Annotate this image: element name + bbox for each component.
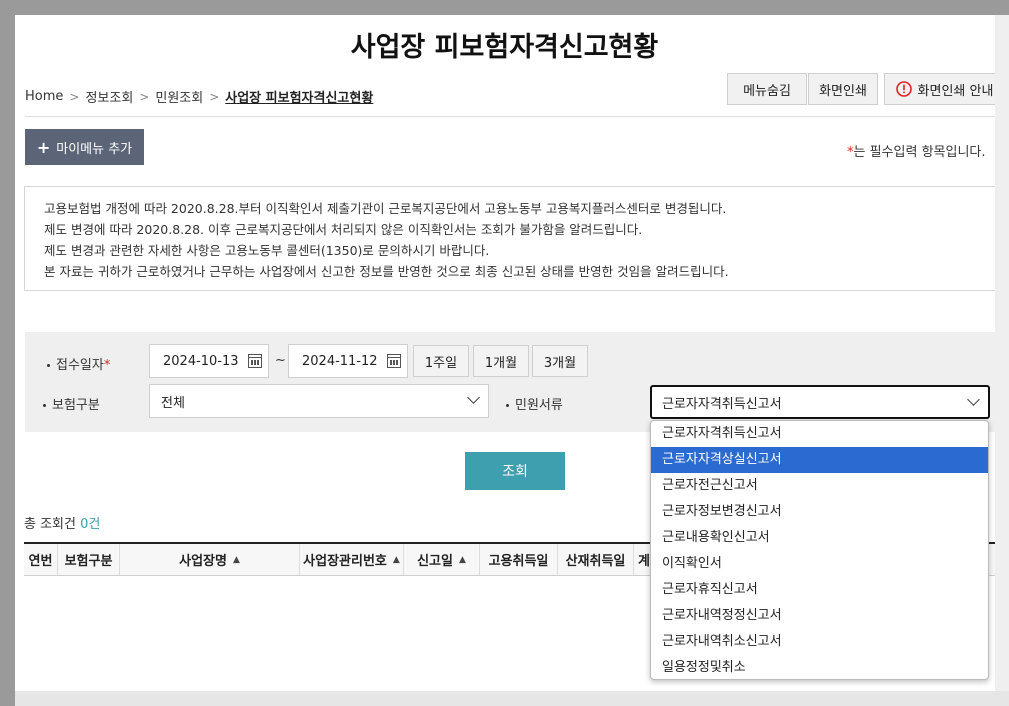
print-guide-label: 화면인쇄 안내 — [917, 83, 994, 99]
calendar-icon[interactable] — [248, 354, 262, 368]
sort-icon[interactable]: ▲ — [393, 555, 400, 565]
dropdown-option[interactable]: 근로자정보변경신고서 — [651, 499, 988, 525]
bullet-icon — [47, 364, 50, 367]
period-1week-button[interactable]: 1주일 — [413, 345, 469, 377]
sort-icon[interactable]: ▲ — [233, 555, 240, 565]
required-note-text: 는 필수입력 항목입니다. — [853, 145, 986, 160]
chevron-right-icon: > — [69, 89, 80, 104]
document-dropdown-list: 근로자자격취득신고서 근로자자격상실신고서 근로자전근신고서 근로자정보변경신고… — [650, 420, 989, 680]
dropdown-option[interactable]: 근로자내역취소신고서 — [651, 629, 988, 655]
add-my-menu-button[interactable]: + 마이메뉴 추가 — [25, 129, 144, 165]
hide-menu-button[interactable]: 메뉴숨김 — [727, 73, 807, 105]
chevron-right-icon: > — [139, 89, 150, 104]
add-my-menu-label: 마이메뉴 추가 — [56, 141, 133, 157]
period-1month-button[interactable]: 1개월 — [473, 345, 529, 377]
horizontal-scrollbar[interactable] — [15, 691, 1009, 706]
page-title: 사업장 피보험자격신고현황 — [350, 32, 659, 63]
date-from-input[interactable]: 2024-10-13 — [149, 344, 269, 378]
search-button[interactable]: 조회 — [465, 452, 565, 490]
search-panel: 접수일자* 2024-10-13 ~ 2024-11-12 1주일 1개월 3개… — [25, 332, 995, 432]
period-3month-button[interactable]: 3개월 — [532, 345, 588, 377]
notice-line: 고용보험법 개정에 따라 2020.8.28.부터 이직확인서 제출기관이 근로… — [44, 201, 727, 216]
date-from-value: 2024-10-13 — [163, 353, 239, 369]
document-value: 근로자자격취득신고서 — [662, 396, 782, 412]
divider — [25, 116, 995, 117]
date-to-input[interactable]: 2024-11-12 — [288, 344, 408, 378]
breadcrumb-current: 사업장 피보험자격신고현황 — [225, 91, 374, 106]
dropdown-option[interactable]: 근로자내역정정신고서 — [651, 603, 988, 629]
receipt-date-label: 접수일자* — [47, 354, 110, 373]
print-button[interactable]: 화면인쇄 — [808, 73, 878, 105]
dropdown-option[interactable]: 근로내용확인신고서 — [651, 525, 988, 551]
breadcrumb: Home > 정보조회 > 민원조회 > 사업장 피보험자격신고현황 — [25, 87, 373, 106]
breadcrumb-home[interactable]: Home — [25, 89, 63, 104]
vertical-scrollbar[interactable] — [995, 15, 1009, 691]
notice-box: 고용보험법 개정에 따라 2020.8.28.부터 이직확인서 제출기관이 근로… — [24, 186, 995, 291]
notice-line: 제도 변경과 관련한 자세한 사항은 고용노동부 콜센터(1350)로 문의하시… — [44, 243, 490, 258]
notice-line: 제도 변경에 따라 2020.8.28. 이후 근로복지공단에서 처리되지 않은… — [44, 222, 643, 237]
total-label: 총 조회건 — [24, 517, 76, 532]
col-serial: 연번 — [24, 544, 58, 575]
calendar-icon[interactable] — [387, 354, 401, 368]
document-label: 민원서류 — [506, 394, 563, 413]
document-select[interactable]: 근로자자격취득신고서 — [650, 385, 990, 419]
dropdown-option[interactable]: 일용정정및취소 — [651, 655, 988, 679]
bullet-icon — [506, 404, 509, 407]
insurance-type-label: 보험구분 — [43, 394, 100, 413]
col-workplace-number[interactable]: 사업장관리번호 ▲ — [300, 544, 404, 575]
col-accident-date[interactable]: 산재취득일 — [558, 544, 634, 575]
required-star: * — [103, 358, 111, 373]
breadcrumb-civil-lookup[interactable]: 민원조회 — [155, 87, 203, 106]
plus-icon: + — [36, 137, 51, 157]
sort-icon[interactable]: ▲ — [459, 555, 466, 565]
col-report-date[interactable]: 신고일 ▲ — [404, 544, 480, 575]
col-insurance-type[interactable]: 보험구분 — [58, 544, 120, 575]
total-count-value: 0건 — [80, 517, 101, 532]
breadcrumb-info-lookup[interactable]: 정보조회 — [85, 87, 133, 106]
notice-line: 본 자료는 귀하가 근로하였거나 근무하는 사업장에서 신고한 정보를 반영한 … — [44, 264, 729, 279]
required-note: *는 필수입력 항목입니다. — [847, 141, 986, 160]
dropdown-option[interactable]: 근로자전근신고서 — [651, 473, 988, 499]
insurance-type-select[interactable]: 전체 — [149, 384, 489, 418]
print-guide-button[interactable]: 화면인쇄 안내 — [884, 73, 995, 105]
chevron-down-icon — [467, 391, 480, 404]
bullet-icon — [43, 404, 46, 407]
insurance-type-value: 전체 — [161, 395, 185, 411]
alert-circle-icon — [895, 81, 912, 97]
dropdown-option[interactable]: 근로자휴직신고서 — [651, 577, 988, 603]
col-employment-date[interactable]: 고용취득일 — [480, 544, 558, 575]
chevron-down-icon — [967, 393, 980, 406]
col-workplace-name[interactable]: 사업장명 ▲ — [120, 544, 300, 575]
chevron-right-icon: > — [209, 89, 220, 104]
dropdown-option[interactable]: 근로자자격취득신고서 — [651, 421, 988, 447]
dropdown-option-highlighted[interactable]: 근로자자격상실신고서 — [651, 447, 988, 473]
total-count: 총 조회건 0건 — [24, 513, 100, 532]
date-to-value: 2024-11-12 — [302, 353, 378, 369]
dropdown-option[interactable]: 이직확인서 — [651, 551, 988, 577]
date-range-tilde: ~ — [275, 353, 286, 368]
